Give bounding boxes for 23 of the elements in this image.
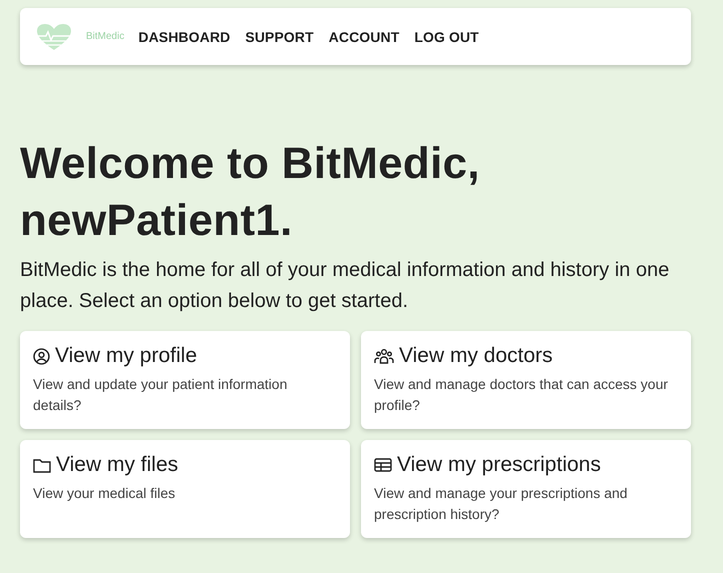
table-icon xyxy=(374,458,392,472)
card-description: View and update your patient information details? xyxy=(33,375,288,415)
option-card[interactable]: View my profile View and update your patient information details? xyxy=(20,331,350,429)
nav-link[interactable]: LOG OUT xyxy=(414,28,479,44)
option-card[interactable]: View my doctors View and manage doctors that can access your profile? xyxy=(361,331,691,429)
intro-text: BitMedic is the home for all of your medical information and history in one place. Select an option below to get started. xyxy=(20,258,670,314)
nav-link[interactable]: ACCOUNT xyxy=(328,28,400,44)
people-icon xyxy=(374,348,394,364)
card-title[interactable]: View my doctors xyxy=(399,344,553,368)
card-title[interactable]: View my files xyxy=(56,453,178,477)
option-card[interactable]: View my prescriptions View and manage your prescriptions and prescription history? xyxy=(361,440,691,538)
nav-link[interactable]: DASHBOARD xyxy=(138,28,230,44)
folder-icon xyxy=(33,458,51,472)
card-description: View and manage your prescriptions and prescription history? xyxy=(374,484,628,524)
heart-logo-icon xyxy=(36,22,72,50)
card-title[interactable]: View my profile xyxy=(55,344,197,368)
user-circle-icon xyxy=(33,348,50,364)
card-description: View and manage doctors that can access your profile? xyxy=(374,375,669,415)
welcome-heading: Welcome to BitMedic, newPatient1. xyxy=(20,138,481,247)
option-card[interactable]: View my files View your medical files xyxy=(20,440,350,538)
card-description: View your medical files xyxy=(33,484,176,503)
nav-link[interactable]: SUPPORT xyxy=(245,28,314,44)
card-title[interactable]: View my prescriptions xyxy=(397,453,601,477)
